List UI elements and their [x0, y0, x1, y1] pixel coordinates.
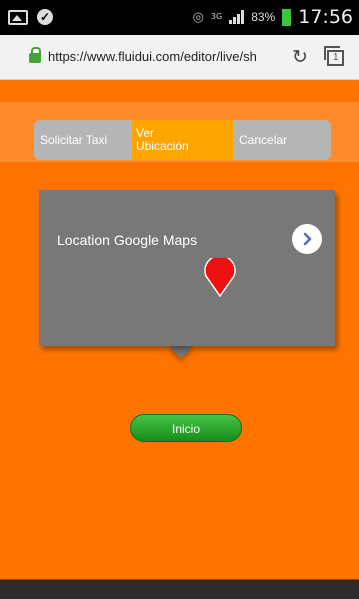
notification-icons: ✓: [8, 9, 53, 25]
segment-solicitar-taxi[interactable]: Solicitar Taxi: [34, 120, 132, 160]
segment-ver-ubicacion-label: Ver Ubicación: [136, 126, 189, 153]
chevron-right-button[interactable]: [292, 224, 322, 254]
map-pin-icon[interactable]: [202, 254, 238, 303]
check-notification-icon: ✓: [37, 9, 53, 25]
lock-icon: [29, 47, 41, 63]
chevron-right-icon: [303, 232, 312, 246]
inicio-button[interactable]: Inicio: [130, 414, 242, 442]
network-type-label: 3G: [210, 12, 223, 21]
battery-percent: 83%: [251, 10, 276, 24]
segment-ver-ubicacion[interactable]: Ver Ubicación: [132, 120, 233, 160]
status-bar: ✓ ◎ 3G 83% 17:56: [0, 0, 359, 35]
clock: 17:56: [298, 6, 353, 28]
url-field[interactable]: https://www.fluidui.com/editor/live/sh: [48, 49, 288, 64]
signal-strength-icon: [229, 10, 245, 24]
map-popover: Location Google Maps: [39, 190, 335, 346]
battery-icon: [282, 8, 292, 26]
browser-address-bar: https://www.fluidui.com/editor/live/sh ↻…: [0, 35, 359, 80]
system-icons: ◎ 3G 83% 17:56: [193, 6, 353, 28]
map-title: Location Google Maps: [57, 232, 198, 248]
segment-cancelar[interactable]: Cancelar: [233, 120, 331, 160]
reload-icon[interactable]: ↻: [292, 46, 308, 69]
smart-stay-eye-icon: ◎: [192, 9, 204, 24]
segmented-control: Solicitar Taxi Ver Ubicación Cancelar: [34, 120, 331, 160]
tabs-icon[interactable]: 1: [324, 46, 344, 66]
bottom-navigation-bar: [0, 579, 359, 599]
tab-count: 1: [333, 52, 339, 63]
gallery-notification-icon: [8, 9, 28, 25]
